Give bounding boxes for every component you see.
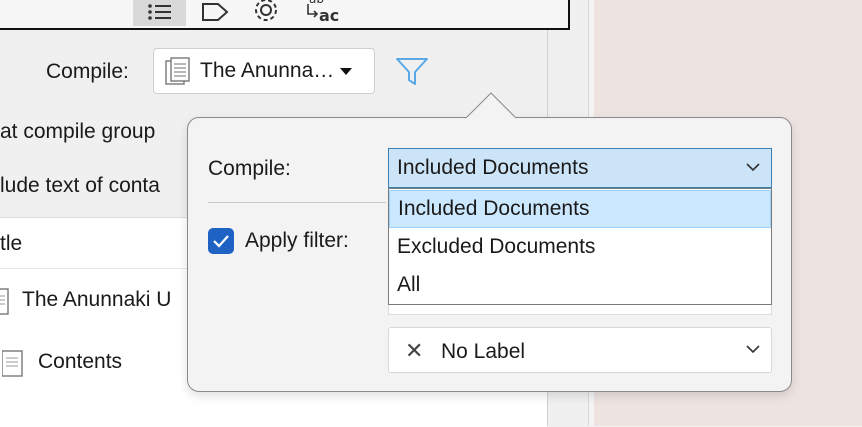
list-view-button[interactable] <box>133 0 186 26</box>
filter-button[interactable] <box>394 56 430 93</box>
label-filter-value: No Label <box>441 340 526 363</box>
divider <box>208 202 386 203</box>
caret-down-icon <box>340 67 353 75</box>
compile-group-option: at compile group <box>0 120 156 143</box>
gear-icon <box>255 0 277 21</box>
compile-filter-value: Included Documents <box>397 156 589 179</box>
filter-icon <box>396 58 428 85</box>
compile-label: Compile: <box>46 60 129 83</box>
tag-button[interactable] <box>192 0 238 26</box>
include-text-option: lude text of conta <box>0 174 160 197</box>
inspector-toolbar: ab ac <box>0 0 570 30</box>
title-column-header[interactable]: tle <box>0 232 22 256</box>
document-stack-icon <box>165 57 190 85</box>
replace-icon-bottom: ac <box>319 6 340 25</box>
chevron-down-icon <box>746 345 760 354</box>
no-label-x-icon: ✕ <box>405 338 424 363</box>
filter-field-edge <box>388 305 772 315</box>
list-item-title: The Anunnaki U <box>22 288 172 311</box>
option-label: All <box>397 273 421 296</box>
chevron-down-icon <box>746 163 760 172</box>
list-icon <box>147 4 171 20</box>
compile-filter-select[interactable]: Included Documents <box>388 148 772 188</box>
dropdown-option-all[interactable]: All <box>389 266 771 304</box>
document-icon <box>2 350 23 377</box>
apply-filter-label[interactable]: Apply filter: <box>245 229 349 253</box>
settings-button[interactable] <box>243 0 289 26</box>
label-filter-select[interactable]: ✕ No Label <box>388 327 772 373</box>
option-label: Excluded Documents <box>397 235 596 258</box>
tag-icon <box>202 3 229 21</box>
apply-filter-checkbox[interactable] <box>208 228 234 254</box>
popover-compile-label: Compile: <box>208 157 291 180</box>
dropdown-option-excluded[interactable]: Excluded Documents <box>389 228 771 266</box>
replace-text-icon: ab ac <box>301 0 341 26</box>
checkmark-icon <box>213 235 229 248</box>
compile-filter-dropdown: Included Documents Excluded Documents Al… <box>388 188 772 305</box>
compile-document-select[interactable]: The Anunna… <box>153 48 375 94</box>
list-item-title: Contents <box>38 350 123 373</box>
document-icon <box>0 288 9 315</box>
dropdown-option-included[interactable]: Included Documents <box>389 190 771 228</box>
compile-document-value: The Anunna… <box>200 59 335 82</box>
popover-arrow <box>466 92 516 119</box>
replace-text-button[interactable]: ab ac <box>297 0 345 26</box>
option-label: Included Documents <box>398 197 590 220</box>
